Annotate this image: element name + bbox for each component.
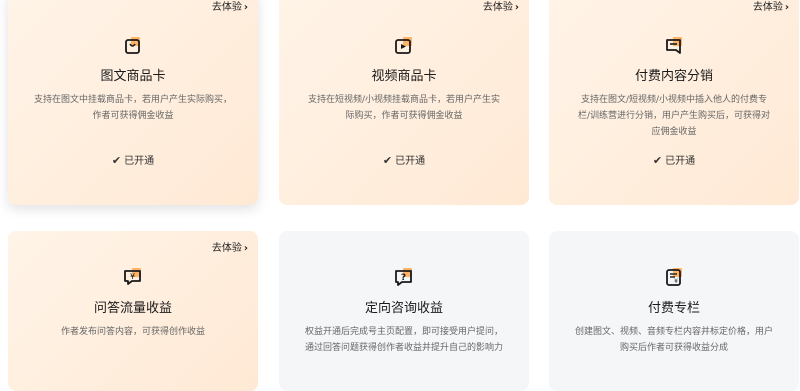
card-description: 支持在图文/短视频/小视频中插入他人的付费专栏/训练营进行分销，用户产生购买后，… (577, 95, 771, 137)
try-label: 去体验 (752, 2, 783, 13)
card-title: 付费专栏 (647, 301, 700, 316)
check-icon: ✔ (382, 154, 393, 167)
card-image-text-product[interactable]: 去体验 › 图文商品卡 支持在图文中挂载商品卡，若用户产生实际购买，作者可获得佣金… (8, 0, 258, 205)
card-title: 图文商品卡 (100, 69, 166, 84)
consult-income-icon: ? (394, 267, 414, 287)
try-label: 去体验 (211, 2, 242, 13)
chevron-right-icon: › (243, 2, 248, 13)
chevron-right-icon: › (514, 2, 519, 13)
card-title: 定向咨询收益 (364, 301, 443, 316)
try-label: 去体验 (211, 243, 242, 254)
video-product-icon (394, 36, 414, 56)
status-label: 已开通 (124, 156, 155, 167)
status-label: 已开通 (665, 156, 696, 167)
qa-income-icon: ¥ (123, 267, 143, 287)
card-description: 支持在图文中挂载商品卡，若用户产生实际购买，作者可获得佣金收益 (34, 95, 233, 121)
card-description: 创建图文、视频、音频专栏内容并标定价格，用户购买后作者可获得收益分成 (575, 327, 774, 353)
card-description: 作者发布问答内容，可获得创作收益 (60, 327, 205, 337)
try-label: 去体验 (482, 2, 513, 13)
chevron-right-icon: › (784, 2, 789, 13)
status-enabled: ✔ 已开通 (549, 152, 799, 167)
try-link[interactable]: 去体验 › (753, 0, 789, 13)
paid-content-icon (664, 36, 684, 56)
card-description: 权益开通后完成号主页配置，即可接受用户提问，通过回答问题获得创作者收益并提升自己… (305, 327, 504, 353)
status-enabled: ✔ 已开通 (8, 152, 258, 167)
try-link[interactable]: 去体验 › (212, 239, 248, 254)
card-title: 视频商品卡 (371, 69, 437, 84)
card-targeted-consult-income[interactable]: ? 定向咨询收益 权益开通后完成号主页配置，即可接受用户提问，通过回答问题获得创… (279, 231, 529, 391)
try-link[interactable]: 去体验 › (212, 0, 248, 13)
card-description: 支持在短视频/小视频挂载商品卡，若用户产生实际购买，作者可获得佣金收益 (307, 95, 501, 121)
status-enabled: ✔ 已开通 (279, 152, 529, 167)
chevron-right-icon: › (243, 243, 248, 254)
card-video-product[interactable]: 去体验 › 视频商品卡 支持在短视频/小视频挂载商品卡，若用户产生实际购买，作者可… (279, 0, 529, 205)
svg-text:¥: ¥ (674, 278, 678, 285)
card-title: 问答流量收益 (93, 301, 172, 316)
check-icon: ✔ (652, 154, 663, 167)
card-paid-content-distribution[interactable]: 去体验 › 付费内容分销 支持在图文/短视频/小视频中插入他人的付费专栏/训练营进… (549, 0, 799, 205)
card-title: 付费内容分销 (634, 69, 713, 84)
card-paid-column[interactable]: ¥ 付费专栏 创建图文、视频、音频专栏内容并标定价格，用户购买后作者可获得收益分… (549, 231, 799, 391)
card-qa-traffic-income[interactable]: 去体验 › ¥ 问答流量收益 作者发布问答内容，可获得创作收益 (8, 231, 258, 391)
check-icon: ✔ (111, 154, 122, 167)
shopping-bag-icon (123, 36, 143, 56)
status-label: 已开通 (395, 156, 426, 167)
svg-text:¥: ¥ (130, 272, 135, 281)
try-link[interactable]: 去体验 › (483, 0, 519, 13)
paid-column-icon: ¥ (664, 267, 684, 287)
svg-text:?: ? (401, 273, 406, 283)
